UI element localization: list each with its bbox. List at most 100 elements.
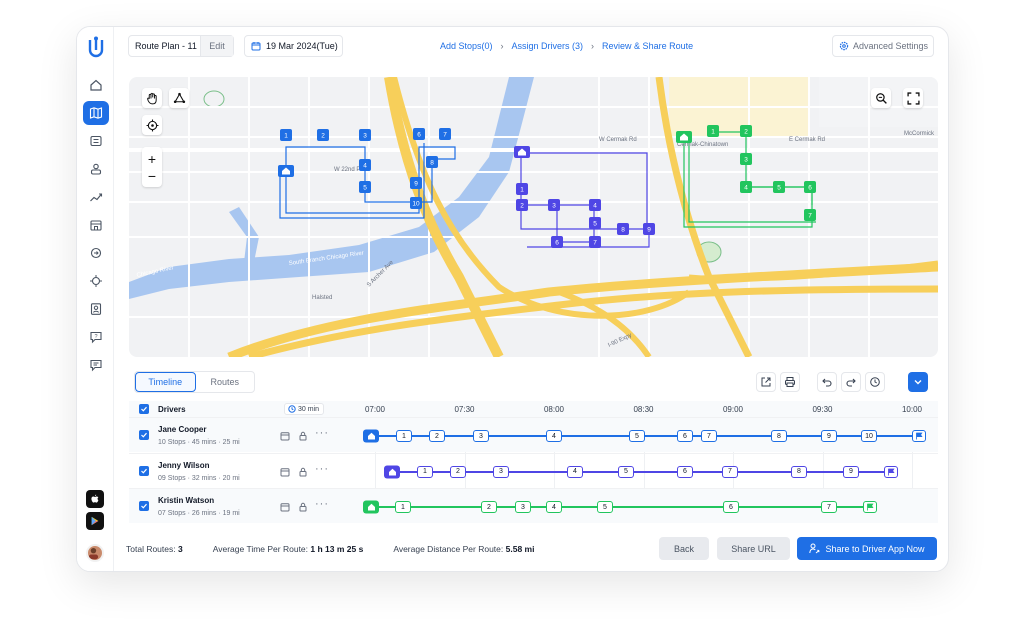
collapse-panel-button[interactable] <box>908 372 928 392</box>
timeline-stop[interactable]: 5 <box>618 465 634 478</box>
timeline-stop[interactable]: 6 <box>723 501 739 513</box>
app-logo[interactable] <box>86 36 106 58</box>
zoom-out-icon[interactable]: − <box>148 168 156 184</box>
timeline-stop[interactable]: 8 <box>771 430 787 442</box>
lock-icon[interactable] <box>298 502 308 512</box>
timeline-stop[interactable]: 5 <box>597 501 613 513</box>
zoom-in-icon[interactable]: + <box>148 150 156 168</box>
history-button[interactable] <box>865 372 885 392</box>
tab-routes[interactable]: Routes <box>196 372 255 392</box>
redo-button[interactable] <box>841 372 861 392</box>
blue-stop-label: 2 <box>321 132 325 139</box>
calendar-icon[interactable] <box>280 502 290 512</box>
locate-button[interactable] <box>142 115 162 135</box>
step-assign-drivers[interactable]: Assign Drivers (3) <box>512 41 584 51</box>
sidebar-item-target[interactable] <box>83 269 109 293</box>
share-url-button[interactable]: Share URL <box>717 537 790 560</box>
driver-row[interactable]: Jenny Wilson 09 Stops · 32 mins · 20 mi ··… <box>129 452 938 488</box>
advanced-settings-button[interactable]: Advanced Settings <box>832 35 934 57</box>
timeline-stop[interactable]: 9 <box>843 465 859 478</box>
search-map-button[interactable] <box>871 88 891 108</box>
sidebar-item-contacts[interactable] <box>83 297 109 321</box>
select-all-checkbox[interactable] <box>139 404 149 414</box>
timeline-stop[interactable]: 8 <box>791 465 807 478</box>
top-bar: Route Plan - 11 Edit 19 Mar 2024(Tue) Ad… <box>114 27 948 67</box>
route-map[interactable]: South Branch Chicago River Chicago River… <box>129 77 938 357</box>
sidebar-item-settings-cycle[interactable] <box>83 241 109 265</box>
sidebar-item-users[interactable] <box>83 157 109 181</box>
start-depot-marker[interactable] <box>384 465 400 478</box>
timeline-stop[interactable]: 1 <box>396 430 412 442</box>
google-play-icon[interactable] <box>86 512 104 530</box>
export-button[interactable] <box>756 372 776 392</box>
end-flag-marker[interactable] <box>884 465 898 478</box>
driver-row[interactable]: Jane Cooper 10 Stops · 45 mins · 25 mi ···… <box>129 417 938 452</box>
timeline-stop[interactable]: 9 <box>821 430 837 442</box>
lock-icon[interactable] <box>298 431 308 441</box>
calendar-icon[interactable] <box>280 467 290 477</box>
share-driver-app-button[interactable]: Share to Driver App Now <box>797 537 937 560</box>
user-avatar[interactable] <box>86 544 104 562</box>
end-flag-marker[interactable] <box>912 430 926 442</box>
timeline-stop[interactable]: 4 <box>567 465 583 478</box>
undo-button[interactable] <box>817 372 837 392</box>
timeline-stop[interactable]: 3 <box>493 465 509 478</box>
driver-checkbox[interactable] <box>139 501 149 511</box>
zoom-control[interactable]: + − <box>142 147 162 187</box>
time-label: 09:30 <box>812 405 833 414</box>
tab-timeline[interactable]: Timeline <box>135 372 196 392</box>
time-label: 10:00 <box>901 405 923 414</box>
driver-checkbox[interactable] <box>139 430 149 440</box>
driver-checkbox[interactable] <box>139 465 149 476</box>
fullscreen-button[interactable] <box>903 88 923 108</box>
timeline-stop[interactable]: 1 <box>417 465 433 478</box>
sidebar-item-help[interactable]: ? <box>83 325 109 349</box>
timeline-stop[interactable]: 7 <box>722 465 738 478</box>
export-icon <box>761 377 771 387</box>
draw-polygon-button[interactable] <box>169 88 189 108</box>
start-depot-marker[interactable] <box>363 500 379 514</box>
timeline-stop[interactable]: 1 <box>395 501 411 513</box>
timeline-stop[interactable]: 4 <box>546 501 562 513</box>
timeline-stop[interactable]: 2 <box>481 501 497 513</box>
sidebar-item-store[interactable] <box>83 213 109 237</box>
timeline-stop[interactable]: 10 <box>861 430 877 442</box>
back-button[interactable]: Back <box>659 537 709 560</box>
sidebar-item-list[interactable] <box>83 129 109 153</box>
more-options-icon[interactable]: ··· <box>315 427 329 439</box>
svg-text:?: ? <box>94 334 97 340</box>
timeline-stop[interactable]: 3 <box>515 501 531 513</box>
apple-store-icon[interactable] <box>86 490 104 508</box>
polygon-icon <box>173 92 185 103</box>
timeline-stop[interactable]: 2 <box>429 430 445 442</box>
interval-selector[interactable]: 30 min <box>284 403 324 415</box>
timeline-stop[interactable]: 4 <box>546 430 562 442</box>
calendar-icon[interactable] <box>280 431 290 441</box>
timeline-stop[interactable]: 6 <box>677 465 693 478</box>
purple-stop-label: 6 <box>555 239 559 246</box>
more-options-icon[interactable]: ··· <box>315 498 329 510</box>
step-review-share[interactable]: Review & Share Route <box>602 41 693 51</box>
sidebar-item-chat[interactable] <box>83 353 109 377</box>
timeline-stop[interactable]: 2 <box>450 465 466 478</box>
timeline-stop[interactable]: 7 <box>821 501 837 513</box>
pan-tool-button[interactable] <box>142 88 162 108</box>
timeline-stop[interactable]: 3 <box>473 430 489 442</box>
sidebar-item-home[interactable] <box>83 73 109 97</box>
step-add-stops[interactable]: Add Stops(0) <box>440 41 493 51</box>
timeline-stop[interactable]: 7 <box>701 430 717 442</box>
timeline-stop[interactable]: 6 <box>677 430 693 442</box>
edit-button[interactable]: Edit <box>200 36 233 56</box>
more-options-icon[interactable]: ··· <box>315 463 329 475</box>
sidebar-item-chart[interactable] <box>83 185 109 209</box>
date-picker[interactable]: 19 Mar 2024(Tue) <box>244 35 343 57</box>
timeline-stop[interactable]: 5 <box>629 430 645 442</box>
start-depot-marker[interactable] <box>363 429 379 443</box>
blue-stop-label: 3 <box>363 132 367 139</box>
driver-row[interactable]: Kristin Watson 07 Stops · 26 mins · 19 mi… <box>129 488 938 523</box>
lock-icon[interactable] <box>298 467 308 477</box>
print-button[interactable] <box>780 372 800 392</box>
sidebar-item-map[interactable] <box>83 101 109 125</box>
end-flag-marker[interactable] <box>863 501 877 513</box>
map-icon <box>89 107 103 119</box>
